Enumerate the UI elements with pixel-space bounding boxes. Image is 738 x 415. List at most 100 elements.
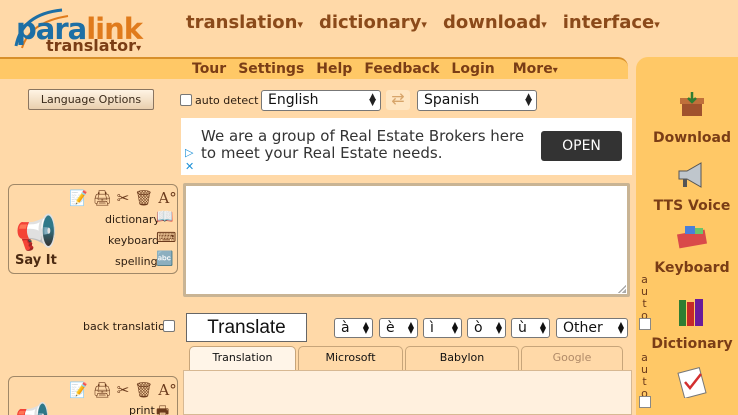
language-options-button[interactable]: Language Options [28, 89, 154, 110]
source-language-select[interactable]: English ▲ ▼ [261, 90, 381, 111]
logo-product-label: translator [46, 36, 137, 55]
logo-translator[interactable]: translator▾ [46, 36, 141, 55]
source-language-value: English [268, 92, 319, 108]
keyboard-label: Keyboard [654, 260, 730, 276]
font-size-icon[interactable]: A° [158, 381, 176, 399]
ad-open-button[interactable]: OPEN [541, 131, 622, 161]
keyboard-link[interactable]: keyboard [108, 234, 159, 247]
select-arrows-icon: ▲ ▼ [617, 320, 624, 335]
keyboard-icon [641, 222, 738, 258]
note-icon[interactable]: 📝 [69, 381, 88, 399]
char-a-grave-select[interactable]: à ▲ ▼ [334, 318, 373, 338]
ad-close-icon[interactable]: ✕ [185, 160, 194, 173]
cut-icon[interactable]: ✂ [117, 381, 130, 399]
trash-icon[interactable]: 🗑 [134, 381, 153, 399]
tts-label: TTS Voice [653, 198, 731, 214]
sub-nav: Tour Settings Help Feedback Login More▾ [192, 61, 558, 77]
char-e-grave-select[interactable]: è ▲ ▼ [379, 318, 418, 338]
tour-link[interactable]: Tour [192, 61, 226, 77]
auto-detect-label: auto detect [195, 94, 259, 107]
char-u-grave-select[interactable]: ù ▲ ▼ [511, 318, 550, 338]
char-value: ì [430, 320, 434, 336]
feedback-link[interactable]: Feedback [364, 61, 439, 77]
back-translation-label: back translation [83, 320, 172, 333]
package-icon [641, 90, 738, 128]
print-link[interactable]: print [129, 404, 155, 415]
char-value: è [386, 320, 395, 336]
translation-output[interactable] [183, 370, 632, 415]
char-o-grave-select[interactable]: ò ▲ ▼ [467, 318, 506, 338]
select-arrows-icon: ▲ ▼ [369, 92, 376, 108]
trash-icon[interactable]: 🗑 [134, 189, 153, 207]
nav-label: translation [186, 12, 298, 33]
auto-label-2: auto [638, 351, 651, 399]
select-arrows-icon: ▲ ▼ [362, 320, 369, 335]
chevron-down-icon: ▾ [552, 65, 558, 76]
ad-choices-icon[interactable]: ▷ [185, 146, 193, 159]
target-language-select[interactable]: Spanish ▲ ▼ [417, 90, 537, 111]
chevron-down-icon: ▾ [654, 18, 660, 31]
settings-link[interactable]: Settings [238, 61, 304, 77]
panel-toolbar: 📝 🖨 ✂ 🗑 A° [69, 381, 177, 399]
more-menu[interactable]: More▾ [513, 61, 558, 77]
auto-checkbox-1[interactable] [639, 318, 651, 330]
print-icon[interactable]: 🖨 [93, 189, 112, 207]
back-translation-checkbox[interactable] [163, 320, 175, 332]
tab-babylon[interactable]: Babylon [405, 346, 519, 370]
other-value: Other [563, 320, 603, 336]
say-it-megaphone-icon[interactable]: 📢 [15, 401, 50, 415]
output-tabs: Translation Microsoft Babylon Google [189, 346, 623, 370]
auto-checkbox-2[interactable] [639, 396, 651, 408]
spelling-icon[interactable]: 🔤 [156, 251, 173, 267]
say-it-megaphone-icon[interactable]: 📢 [15, 213, 57, 253]
spelling-link[interactable]: spelling [115, 255, 158, 268]
download-tool[interactable]: Download [641, 90, 738, 146]
say-it-label: Say It [15, 253, 57, 268]
select-arrows-icon: ▲ ▼ [451, 320, 458, 335]
say-it-panel: 📝 🖨 ✂ 🗑 A° 📢 Say It dictionary 📖 keyboar… [8, 184, 178, 274]
printer-small-icon[interactable]: 🖶 [156, 401, 169, 415]
nav-translation[interactable]: translation▾ [186, 12, 303, 33]
advertisement-banner[interactable]: ▷ ✕ We are a group of Real Estate Broker… [181, 118, 632, 175]
font-size-icon[interactable]: A° [158, 189, 176, 207]
keyboard-small-icon[interactable]: ⌨ [156, 230, 176, 246]
translate-button[interactable]: Translate [186, 313, 307, 342]
books-icon [641, 296, 738, 334]
help-link[interactable]: Help [316, 61, 352, 77]
cut-icon[interactable]: ✂ [117, 189, 130, 207]
chevron-down-icon: ▾ [297, 18, 303, 31]
char-i-grave-select[interactable]: ì ▲ ▼ [423, 318, 462, 338]
megaphone-icon [641, 160, 738, 196]
print-icon[interactable]: 🖨 [93, 381, 112, 399]
tts-voice-tool[interactable]: TTS Voice [641, 160, 738, 214]
panel-toolbar: 📝 🖨 ✂ 🗑 A° [69, 189, 177, 207]
swap-languages-icon[interactable]: ⇄ [386, 90, 410, 110]
tab-translation[interactable]: Translation [189, 346, 296, 370]
other-chars-select[interactable]: Other ▲ ▼ [556, 318, 628, 338]
auto-detect-checkbox[interactable] [180, 94, 192, 106]
ad-text: We are a group of Real Estate Brokers he… [201, 127, 525, 162]
chevron-down-icon: ▾ [421, 18, 427, 31]
select-arrows-icon: ▲ ▼ [539, 320, 546, 335]
char-value: ù [518, 320, 527, 336]
source-text-input[interactable] [183, 183, 630, 297]
nav-download[interactable]: download▾ [443, 12, 547, 33]
tab-microsoft[interactable]: Microsoft [298, 346, 403, 370]
nav-label: download [442, 12, 542, 33]
nav-dictionary[interactable]: dictionary▾ [319, 12, 427, 33]
book-icon[interactable]: 📖 [156, 209, 173, 225]
dictionary-label: Dictionary [651, 336, 733, 352]
login-link[interactable]: Login [451, 61, 494, 77]
main-nav: translation▾ dictionary▾ download▾ inter… [186, 12, 660, 33]
spell-check-tool[interactable] [641, 366, 738, 406]
select-arrows-icon: ▲ ▼ [495, 320, 502, 335]
note-icon[interactable]: 📝 [69, 189, 88, 207]
dictionary-link[interactable]: dictionary [105, 213, 160, 226]
nav-interface[interactable]: interface▾ [563, 12, 660, 33]
auto-label-1: auto [638, 273, 651, 321]
chevron-down-icon: ▾ [541, 18, 547, 31]
keyboard-tool[interactable]: Keyboard [641, 222, 738, 276]
dictionary-tool[interactable]: Dictionary [641, 296, 738, 352]
select-arrows-icon: ▲ ▼ [407, 320, 414, 335]
tab-google[interactable]: Google [521, 346, 623, 370]
